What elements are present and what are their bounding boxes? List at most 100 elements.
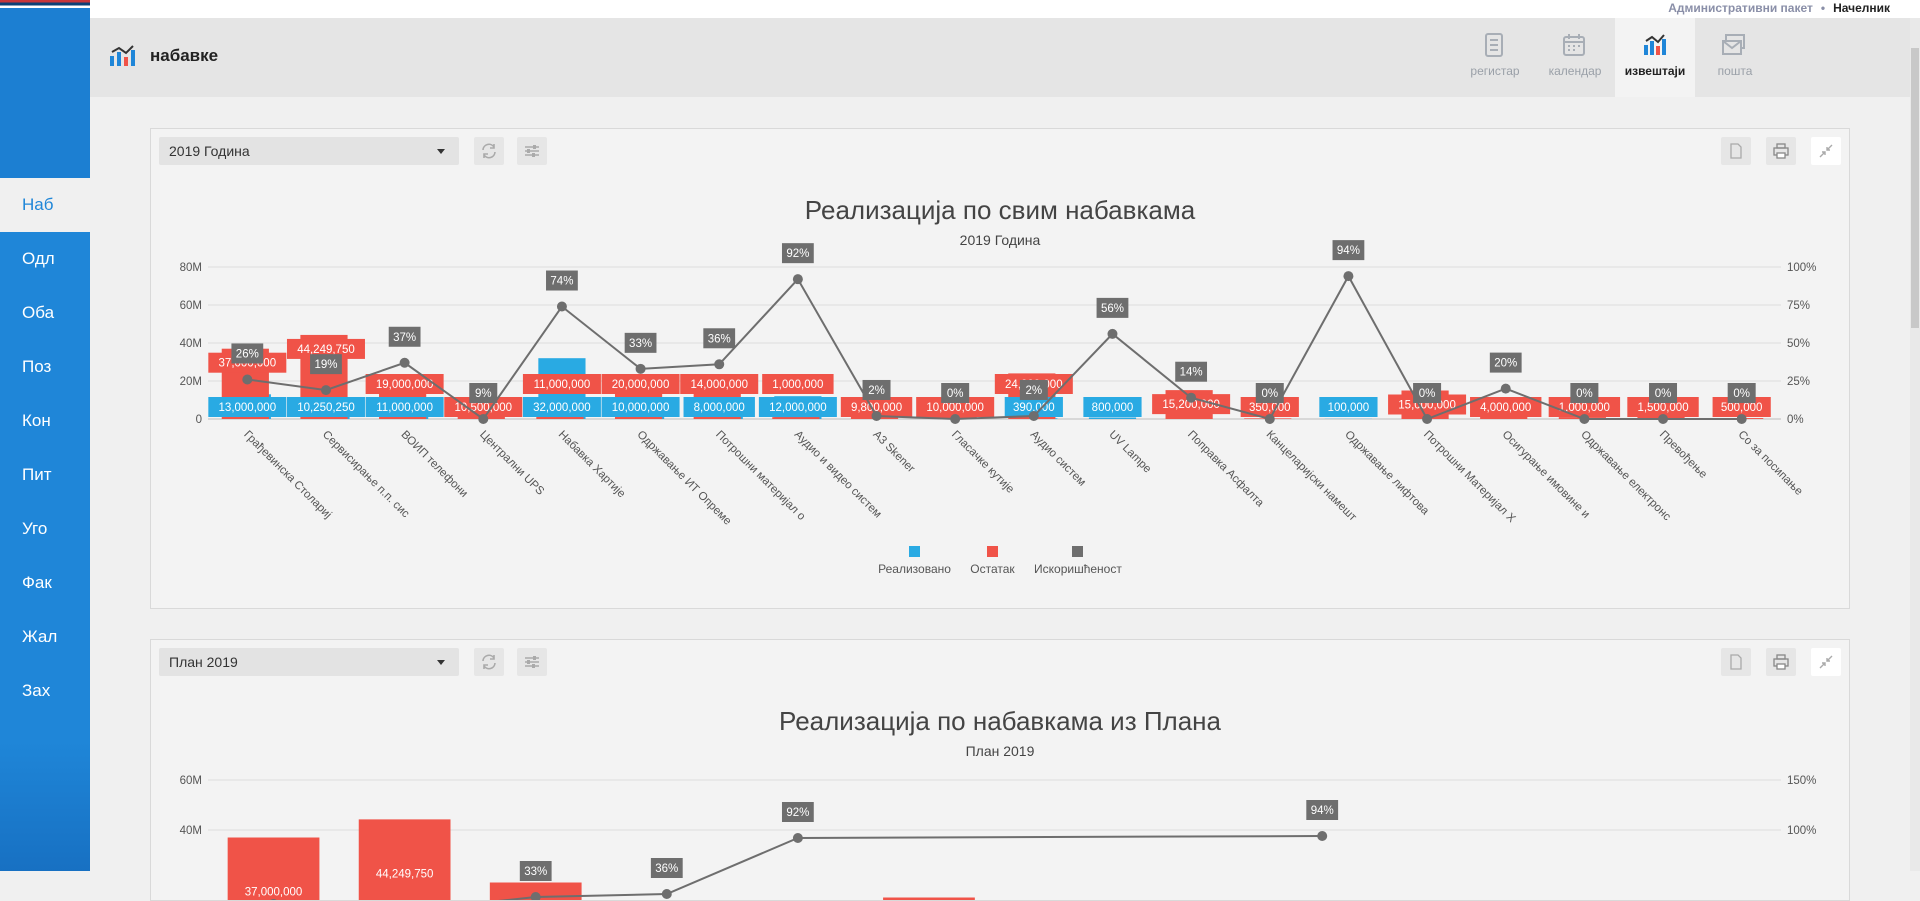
point-usage [400,358,410,368]
point-usage [714,359,724,369]
sidebar-item-1[interactable]: Одл [0,232,90,286]
chart-all-procurements: 020M40M60M80M0%25%50%75%100%13,000,00037… [151,129,1849,608]
tab-label: пошта [1718,64,1753,78]
x-tick-label: A3 Skener [870,429,917,476]
package-link[interactable]: Административни пакет [1668,1,1813,15]
label-usage: 33% [629,338,652,350]
label-usage: 94% [1337,245,1360,257]
legend-swatch [909,546,920,557]
label-usage: 94% [1311,805,1334,817]
label-realized: 11,000,000 [376,402,433,414]
label-usage: 33% [524,866,547,878]
sidebar-item-5[interactable]: Пит [0,448,90,502]
y-tick-left: 40M [180,825,202,837]
point-usage [557,302,567,312]
flag-stripe [0,0,90,8]
label-usage: 0% [1419,388,1436,400]
sidebar-decoration [0,741,90,871]
page-header: набавке регистаркалендаризвештајипошта [90,18,1920,97]
label-usage: 0% [1655,388,1672,400]
chart-plan-procurements: 60M150%40M100%37,000,00044,249,75033%36%… [151,640,1849,900]
x-tick-label: Аудио систем [1028,429,1088,489]
reports-icon [1641,32,1669,58]
label-realized: 10,250,250 [297,402,355,414]
sidebar-item-8[interactable]: Жал [0,610,90,664]
label-usage: 0% [1576,388,1593,400]
legend-item-remaining[interactable]: Остатак [970,546,1014,576]
legend-swatch [1072,546,1083,557]
x-tick-label: Централни UPS [477,429,546,498]
x-tick-label: Грађевинска Столариј [241,429,333,521]
tab-register[interactable]: регистар [1455,18,1535,97]
bar-remaining [883,898,975,901]
legend-item-realized[interactable]: Реализовано [878,546,951,576]
label-usage: 37% [393,332,416,344]
x-tick-label: Гласачке кутије [949,429,1016,496]
label-remaining: 1,000,000 [772,379,823,391]
point-usage [1265,414,1275,424]
sidebar-item-4[interactable]: Кон [0,394,90,448]
point-usage [636,364,646,374]
point-usage [1737,414,1747,424]
tab-reports[interactable]: извештаји [1615,18,1695,97]
x-tick-label: Превођење [1657,429,1709,481]
sidebar-item-7[interactable]: Фак [0,556,90,610]
label-usage: 92% [786,807,809,819]
label-usage: 36% [655,863,678,875]
label-usage: 14% [1180,367,1203,379]
report-panel-all: 2019 Година Реализација по свим набавкам… [150,128,1850,609]
label-usage: 19% [314,359,337,371]
label-realized: 10,000,000 [612,402,670,414]
chart-legend: Реализовано Остатак Искоришћеност [151,546,1849,576]
point-usage [1343,271,1353,281]
point-usage [321,385,331,395]
separator-dot: • [1821,1,1825,15]
label-remaining: 37,000,000 [245,887,303,899]
x-tick-label: Набавка Хартије [556,429,628,501]
vertical-scrollbar[interactable] [1910,18,1920,871]
point-usage [1186,393,1196,403]
y-tick-left: 60M [180,775,202,787]
label-remaining: 19,000,000 [376,379,434,391]
legend-swatch [987,546,998,557]
report-panel-plan: План 2019 Реализација по набавкама из Пл… [150,639,1850,901]
x-tick-label: Потрошни материјал о [713,429,807,523]
x-tick-label: Поправка Асфалта [1185,429,1266,510]
label-usage: 9% [475,388,492,400]
point-usage [478,414,488,424]
sidebar-logo-area [0,8,90,178]
label-realized: 32,000,000 [533,402,591,414]
label-realized: 8,000,000 [694,402,745,414]
point-usage [793,833,803,843]
y-tick-right: 100% [1787,262,1816,274]
point-usage [1029,411,1039,421]
sidebar: НабОдлОбаПозКонПитУгоФакЖалЗах [0,8,90,871]
x-tick-label: Потрошни Материјал Х [1421,429,1518,526]
x-tick-label: Осигурање имовине и [1500,429,1592,521]
label-usage: 20% [1494,358,1517,370]
label-usage: 0% [947,388,964,400]
label-usage: 74% [550,276,573,288]
sidebar-item-0[interactable]: Наб [0,178,90,232]
tab-mail[interactable]: пошта [1695,18,1775,97]
sidebar-item-9[interactable]: Зах [0,664,90,718]
sidebar-item-6[interactable]: Уго [0,502,90,556]
role-label[interactable]: Начелник [1833,1,1890,15]
label-usage: 2% [868,385,885,397]
label-usage: 36% [708,333,731,345]
x-tick-label: Аудио и видео систем [792,429,884,521]
scrollbar-thumb[interactable] [1911,48,1919,328]
legend-item-usage[interactable]: Искоришћеност [1034,546,1122,576]
label-remaining: 1,500,000 [1637,402,1688,414]
sidebar-item-3[interactable]: Поз [0,340,90,394]
label-usage: 0% [1733,388,1750,400]
label-usage: 26% [236,348,259,360]
point-usage [1658,414,1668,424]
y-tick-right: 150% [1787,775,1816,787]
label-remaining: 10,000,000 [926,402,984,414]
tab-calendar[interactable]: календар [1535,18,1615,97]
point-usage [242,374,252,384]
register-icon [1481,32,1509,58]
y-tick-left: 20M [180,376,202,388]
sidebar-item-2[interactable]: Оба [0,286,90,340]
